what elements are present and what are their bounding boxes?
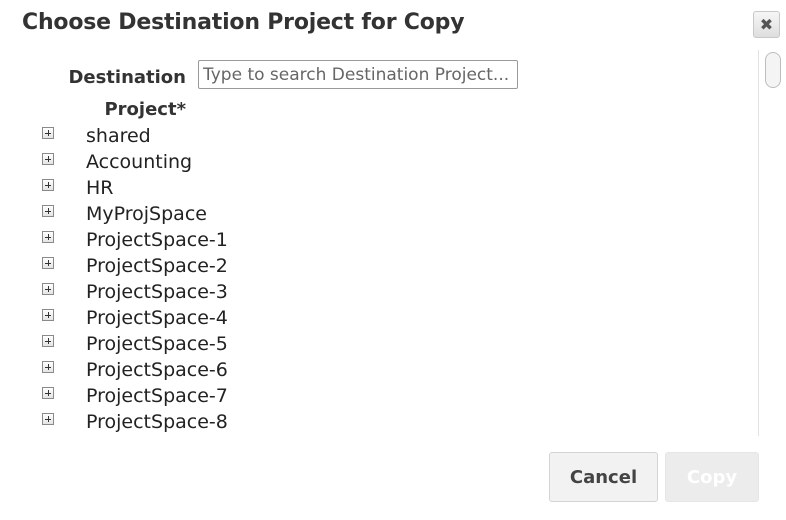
expand-plus-icon[interactable]: [42, 413, 54, 425]
tree-item[interactable]: HR: [42, 175, 228, 201]
tree-item[interactable]: ProjectSpace-1: [42, 227, 228, 253]
close-icon: ✖: [759, 15, 774, 34]
tree-item[interactable]: shared: [42, 123, 228, 149]
tree-item-label: MyProjSpace: [86, 203, 207, 225]
tree-item-label: ProjectSpace-1: [86, 229, 228, 251]
tree-item-label: ProjectSpace-5: [86, 333, 228, 355]
expand-plus-icon[interactable]: [42, 361, 54, 373]
expand-plus-icon[interactable]: [42, 387, 54, 399]
expand-plus-icon[interactable]: [42, 283, 54, 295]
expand-plus-icon[interactable]: [42, 257, 54, 269]
project-tree: shared Accounting HR MyProjSpace Project…: [42, 123, 228, 435]
cancel-button[interactable]: Cancel: [549, 452, 658, 502]
expand-plus-icon[interactable]: [42, 127, 54, 139]
expand-plus-icon[interactable]: [42, 309, 54, 321]
expand-plus-icon[interactable]: [42, 179, 54, 191]
copy-destination-dialog: Choose Destination Project for Copy ✖ De…: [0, 0, 786, 520]
dialog-title: Choose Destination Project for Copy: [22, 10, 465, 35]
tree-item[interactable]: ProjectSpace-4: [42, 305, 228, 331]
tree-item[interactable]: ProjectSpace-8: [42, 409, 228, 435]
tree-item-label: ProjectSpace-8: [86, 411, 228, 433]
tree-item-label: ProjectSpace-2: [86, 255, 228, 277]
expand-plus-icon[interactable]: [42, 205, 54, 217]
scrollbar-thumb[interactable]: [765, 52, 781, 88]
tree-item-label: ProjectSpace-6: [86, 359, 228, 381]
tree-item[interactable]: ProjectSpace-3: [42, 279, 228, 305]
tree-item-label: ProjectSpace-7: [86, 385, 228, 407]
tree-item-label: ProjectSpace-4: [86, 307, 228, 329]
copy-button[interactable]: Copy: [665, 452, 759, 502]
tree-item-label: Accounting: [86, 151, 193, 173]
tree-item[interactable]: MyProjSpace: [42, 201, 228, 227]
expand-plus-icon[interactable]: [42, 153, 54, 165]
destination-project-search-input[interactable]: [198, 60, 518, 89]
vertical-scrollbar[interactable]: [758, 50, 786, 436]
tree-item-label: shared: [86, 125, 151, 147]
close-button[interactable]: ✖: [753, 11, 780, 38]
tree-item[interactable]: ProjectSpace-5: [42, 331, 228, 357]
tree-item[interactable]: ProjectSpace-7: [42, 383, 228, 409]
tree-item[interactable]: ProjectSpace-6: [42, 357, 228, 383]
expand-plus-icon[interactable]: [42, 335, 54, 347]
tree-item-label: HR: [86, 177, 114, 199]
destination-project-label: Destination Project*: [68, 67, 186, 120]
tree-item[interactable]: ProjectSpace-2: [42, 253, 228, 279]
tree-item-label: ProjectSpace-3: [86, 281, 228, 303]
tree-item[interactable]: Accounting: [42, 149, 228, 175]
dialog-body: Destination Project* shared Accounting H…: [0, 50, 786, 436]
expand-plus-icon[interactable]: [42, 231, 54, 243]
